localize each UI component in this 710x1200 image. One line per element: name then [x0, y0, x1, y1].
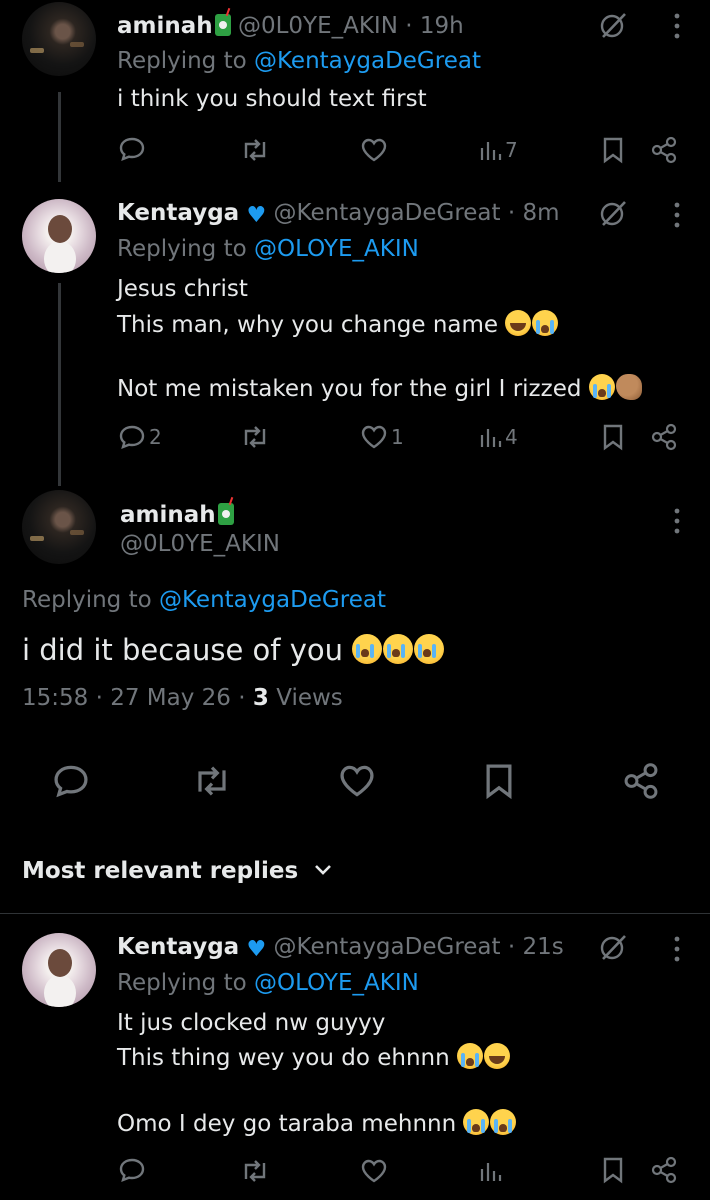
- share-icon[interactable]: [650, 136, 678, 164]
- share-icon[interactable]: [622, 762, 660, 800]
- mention-link[interactable]: @KentaygaDeGreat: [159, 587, 386, 613]
- juice-emoji: [217, 503, 234, 525]
- retweet-icon[interactable]: [240, 1159, 270, 1183]
- crying-emoji: [352, 634, 383, 664]
- bookmark-icon[interactable]: [602, 136, 624, 164]
- more-icon[interactable]: [672, 507, 682, 535]
- tweet-header: Kentayga ♥ @KentaygaDeGreat · 21s: [117, 934, 564, 962]
- crying-emoji: [414, 634, 445, 664]
- tweet-text-line: Not me mistaken you for the girl I rizze…: [117, 374, 643, 402]
- views-count: 4: [505, 425, 518, 449]
- views-label: Views: [276, 685, 343, 711]
- reply-icon[interactable]: [52, 763, 90, 799]
- crying-emoji: [383, 634, 414, 664]
- juice-emoji: [214, 14, 231, 36]
- views-count: 7: [505, 138, 518, 162]
- divider: [0, 913, 710, 914]
- views-count: 3: [252, 685, 269, 711]
- like-icon[interactable]: [360, 137, 388, 163]
- tweet-header: aminah @0L0YE_AKIN · 19h: [117, 13, 464, 39]
- views-icon[interactable]: 4: [480, 425, 518, 449]
- laughing-emoji: [505, 310, 532, 336]
- tweet-text-line: It jus clocked nw guyyy: [117, 1010, 386, 1036]
- user-handle[interactable]: @KentaygaDeGreat: [274, 934, 501, 960]
- avatar[interactable]: [22, 490, 96, 564]
- crying-emoji: [588, 374, 615, 400]
- replies-sort-dropdown[interactable]: Most relevant replies: [22, 856, 332, 884]
- crying-emoji: [532, 310, 559, 336]
- tweet-text-line: Omo I dey go taraba mehnnn: [117, 1109, 517, 1137]
- grok-icon[interactable]: [598, 198, 628, 228]
- user-handle[interactable]: @0L0YE_AKIN: [238, 13, 398, 39]
- replying-to: Replying to @KentaygaDeGreat: [117, 48, 481, 74]
- crying-emoji: [490, 1109, 517, 1135]
- views-icon[interactable]: [480, 1159, 502, 1183]
- avatar[interactable]: [22, 2, 96, 76]
- grok-icon[interactable]: [598, 932, 628, 962]
- laughing-emoji: [484, 1043, 510, 1069]
- like-icon[interactable]: 1: [360, 424, 404, 450]
- chevron-down-icon: [314, 856, 332, 882]
- reply-count: 2: [149, 425, 162, 449]
- share-icon[interactable]: [650, 423, 678, 451]
- retweet-icon[interactable]: [240, 425, 270, 449]
- tweet-meta: 15:58 · 27 May 26 · 3 Views: [22, 685, 343, 711]
- display-name[interactable]: Kentayga: [117, 934, 239, 960]
- tweet-text-line: Jesus christ: [117, 276, 248, 302]
- tweet-text-line: This thing wey you do ehnnn: [117, 1043, 511, 1071]
- bookmark-icon[interactable]: [484, 762, 514, 800]
- user-handle[interactable]: @0L0YE_AKIN: [120, 531, 280, 557]
- display-name[interactable]: aminah: [120, 502, 216, 528]
- more-icon[interactable]: [672, 935, 682, 963]
- retweet-icon[interactable]: [240, 138, 270, 162]
- tweet-text: i did it because of you: [22, 633, 445, 667]
- display-name[interactable]: aminah: [117, 13, 213, 39]
- views-icon[interactable]: 7: [480, 138, 518, 162]
- thread-line: [58, 92, 61, 182]
- avatar[interactable]: [22, 933, 96, 1007]
- more-icon[interactable]: [672, 12, 682, 40]
- mention-link[interactable]: @OLOYE_AKIN: [254, 236, 419, 262]
- tweet-header: Kentayga ♥ @KentaygaDeGreat · 8m: [117, 200, 560, 228]
- like-count: 1: [391, 425, 404, 449]
- blue-heart-emoji: ♥: [246, 937, 267, 962]
- bookmark-icon[interactable]: [602, 423, 624, 451]
- replying-to: Replying to @OLOYE_AKIN: [117, 970, 419, 996]
- mention-link[interactable]: @OLOYE_AKIN: [254, 970, 419, 996]
- user-handle[interactable]: @KentaygaDeGreat: [274, 200, 501, 226]
- mention-link[interactable]: @KentaygaDeGreat: [254, 48, 481, 74]
- pinching-hand-emoji: [615, 374, 642, 400]
- replying-to: Replying to @OLOYE_AKIN: [117, 236, 419, 262]
- display-name[interactable]: Kentayga: [117, 200, 239, 226]
- thread-line: [58, 283, 61, 486]
- like-icon[interactable]: [338, 763, 376, 799]
- blue-heart-emoji: ♥: [246, 203, 267, 228]
- crying-emoji: [457, 1043, 483, 1069]
- tweet-date[interactable]: 27 May 26: [110, 685, 231, 711]
- tweet-text: i think you should text first: [117, 86, 427, 112]
- share-icon[interactable]: [650, 1156, 678, 1184]
- crying-emoji: [463, 1109, 490, 1135]
- reply-icon[interactable]: 2: [118, 424, 162, 450]
- bookmark-icon[interactable]: [602, 1156, 624, 1184]
- grok-icon[interactable]: [598, 10, 628, 40]
- tweet-text-line: This man, why you change name: [117, 310, 559, 338]
- retweet-icon[interactable]: [192, 764, 232, 798]
- tweet-time[interactable]: 15:58: [22, 685, 88, 711]
- replies-sort-label: Most relevant replies: [22, 858, 299, 884]
- more-icon[interactable]: [672, 201, 682, 229]
- timestamp[interactable]: 21s: [522, 934, 563, 960]
- like-icon[interactable]: [360, 1158, 388, 1184]
- timestamp[interactable]: 19h: [420, 13, 464, 39]
- reply-icon[interactable]: [118, 136, 146, 162]
- timestamp[interactable]: 8m: [522, 200, 559, 226]
- display-name-row: aminah: [120, 502, 234, 528]
- avatar[interactable]: [22, 199, 96, 273]
- reply-icon[interactable]: [118, 1157, 146, 1183]
- replying-to: Replying to @KentaygaDeGreat: [22, 587, 386, 613]
